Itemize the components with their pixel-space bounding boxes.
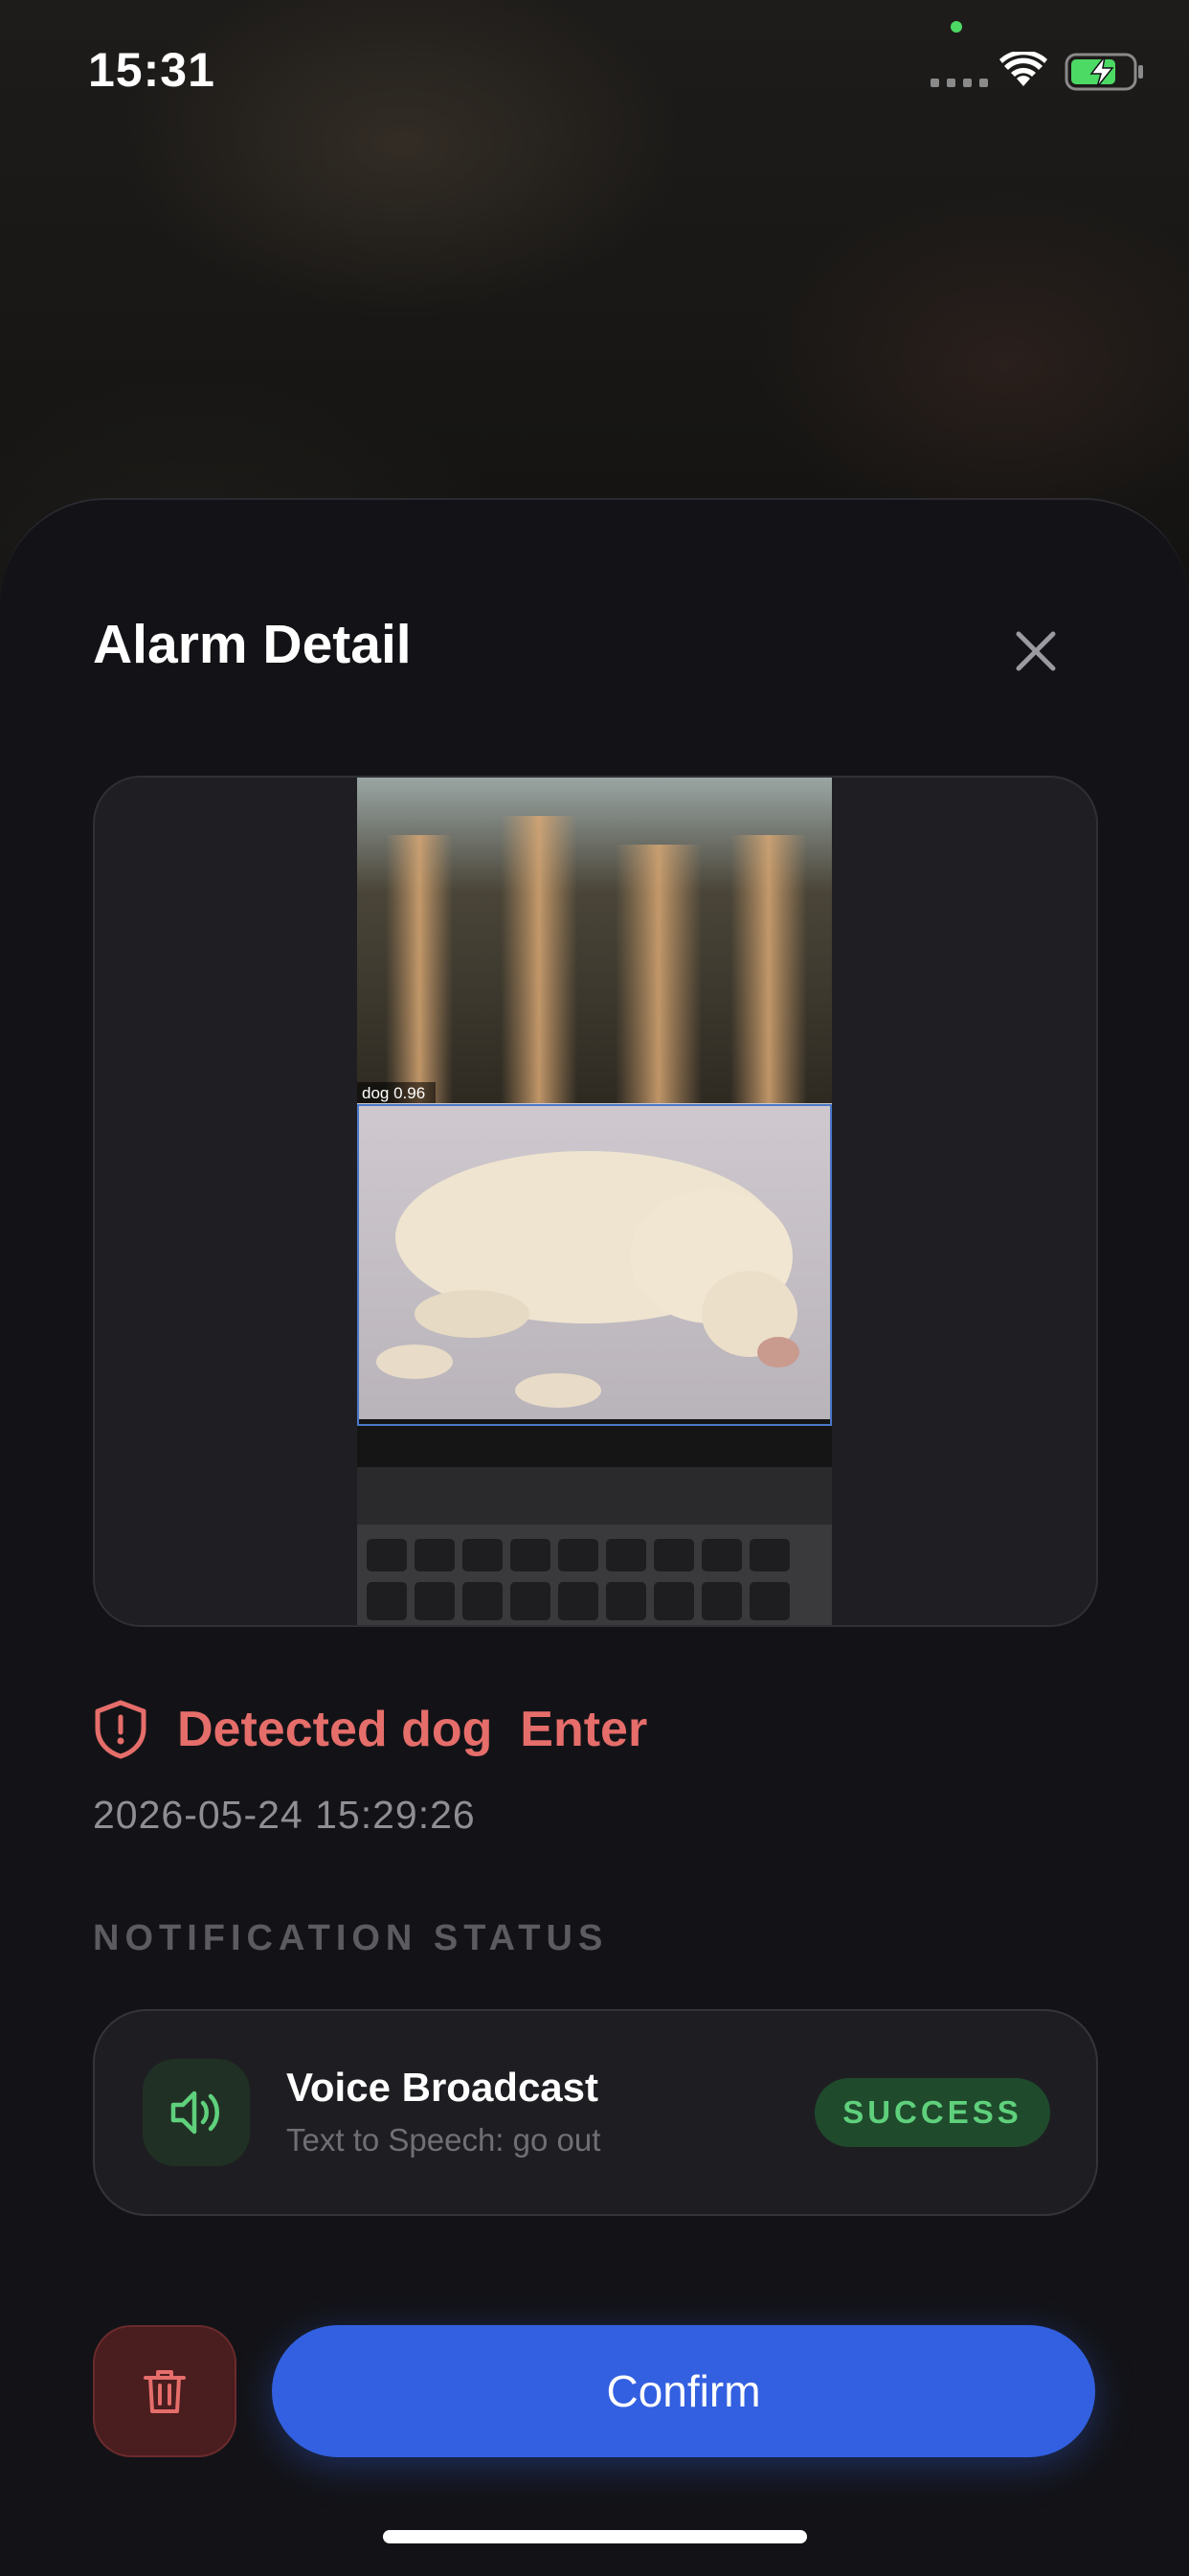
notification-subtitle: Text to Speech: go out	[286, 2122, 601, 2158]
recording-dot-icon	[951, 21, 962, 33]
notification-item: Voice Broadcast Text to Speech: go out S…	[93, 2009, 1098, 2216]
alarm-timestamp: 2026-05-24 15:29:26	[93, 1793, 476, 1837]
confirm-button[interactable]: Confirm	[272, 2325, 1095, 2457]
battery-charging-icon	[1065, 53, 1143, 91]
delete-button[interactable]	[93, 2325, 236, 2457]
home-indicator	[383, 2530, 807, 2543]
snapshot-image: dog 0.96	[357, 778, 832, 1625]
alarm-header: Detected dog Enter	[93, 1700, 647, 1759]
snapshot-card[interactable]: dog 0.96	[93, 776, 1098, 1627]
detection-label: dog 0.96	[362, 1084, 425, 1102]
status-bar: 15:31	[0, 0, 1189, 144]
close-icon[interactable]	[1007, 622, 1065, 680]
section-label: NOTIFICATION STATUS	[93, 1918, 609, 1958]
trash-icon	[144, 2370, 186, 2413]
status-time: 15:31	[88, 43, 215, 97]
wifi-icon	[999, 52, 1047, 86]
alarm-title: Detected dog Enter	[177, 1702, 648, 1757]
speaker-icon-container	[143, 2059, 250, 2166]
notification-title: Voice Broadcast	[286, 2065, 599, 2110]
speaker-icon	[170, 2090, 219, 2135]
cellular-signal-icon	[931, 79, 988, 87]
status-badge: SUCCESS	[815, 2078, 1050, 2147]
shield-alert-icon	[95, 1700, 146, 1759]
sheet-title: Alarm Detail	[93, 614, 412, 675]
